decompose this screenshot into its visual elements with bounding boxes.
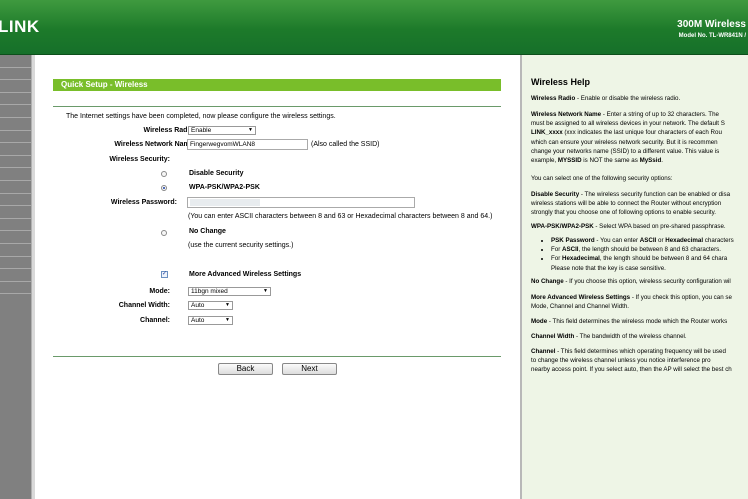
back-button[interactable]: Back [218,363,273,375]
channel-value: Auto [191,317,205,324]
sidebar-item[interactable] [0,143,31,156]
password-note: (You can enter ASCII characters between … [188,213,493,220]
ssid-note: (Also called the SSID) [311,141,380,148]
disable-security-radio[interactable] [161,171,167,177]
channel-label: Channel: [140,317,170,324]
sidebar-item[interactable] [0,168,31,181]
no-change-note: (use the current security settings.) [188,242,294,249]
chevron-down-icon: ▼ [225,317,230,323]
sidebar-item[interactable] [0,231,31,244]
chevron-down-icon: ▼ [248,127,253,133]
sidebar-item[interactable] [0,105,31,118]
no-change-label: No Change [189,228,226,235]
channel-width-select[interactable]: Auto ▼ [188,301,233,310]
wireless-password-label: Wireless Password: [110,199,177,206]
sidebar-item[interactable] [0,118,31,131]
wpa-psk-label: WPA-PSK/WPA2-PSK [189,184,260,191]
channel-select[interactable]: Auto ▼ [188,316,233,325]
sidebar-item[interactable] [0,181,31,194]
sidebar-item[interactable] [0,93,31,106]
help-panel: Wireless Help Wireless Radio - Enable or… [522,55,748,499]
help-network-name: Wireless Network Name - Enter a string o… [531,111,725,165]
sidebar-item[interactable] [0,68,31,81]
help-advanced: More Advanced Wireless Settings - If you… [531,294,732,311]
channel-width-value: Auto [191,302,205,309]
product-name: 300M Wireless [677,19,746,30]
help-no-change: No Change - If you choose this option, w… [531,278,731,285]
sidebar-item[interactable] [0,257,31,270]
sidebar-item[interactable] [0,80,31,93]
help-channel-width: Channel Width - The bandwidth of the wir… [531,333,687,340]
wpa-psk-radio[interactable] [161,185,167,191]
sidebar-menu [0,55,31,499]
advanced-settings-checkbox[interactable]: ✓ [161,271,168,278]
mode-label: Mode: [149,288,170,295]
sidebar-item[interactable] [0,194,31,207]
help-security-intro: You can select one of the following secu… [531,175,673,182]
help-mode: Mode - This field determines the wireles… [531,318,728,325]
wireless-radio-value: Enable [191,127,212,134]
mode-value: 11bgn mixed [191,288,228,295]
sidebar-item[interactable] [0,55,31,68]
chevron-down-icon: ▼ [225,302,230,308]
sidebar-item[interactable] [0,282,31,295]
intro-text: The Internet settings have been complete… [66,113,336,120]
channel-width-label: Channel Width: [118,302,170,309]
advanced-settings-label: More Advanced Wireless Settings [189,271,302,278]
help-psk-list: PSK Password - You can enter ASCII or He… [531,236,748,273]
mode-select[interactable]: 11bgn mixed ▼ [188,287,271,296]
divider-bottom [53,356,501,357]
wireless-radio-select[interactable]: Enable ▼ [188,126,256,135]
help-disable-security: Disable Security - The wireless security… [531,191,731,217]
sidebar-item[interactable] [0,131,31,144]
wireless-security-label: Wireless Security: [109,156,170,163]
sidebar-item[interactable] [0,269,31,282]
sidebar-item[interactable] [0,219,31,232]
divider-top [53,106,501,107]
no-change-radio[interactable] [161,230,167,236]
header-banner: LINK 300M Wireless Model No. TL-WR841N / [0,0,748,55]
sidebar-item[interactable] [0,156,31,169]
next-button[interactable]: Next [282,363,337,375]
chevron-down-icon: ▼ [263,288,268,294]
sidebar-item[interactable] [0,244,31,257]
ssid-input[interactable]: FingerwegvomWLAN8 [187,139,308,150]
help-title: Wireless Help [531,77,590,87]
ssid-label: Wireless Network Name: [114,141,196,148]
sidebar-item[interactable] [0,206,31,219]
help-channel: Channel - This field determines which op… [531,348,732,374]
model-number: Model No. TL-WR841N / [678,33,746,39]
disable-security-label: Disable Security [189,170,244,177]
password-blur [190,199,260,206]
page-title: Quick Setup - Wireless [53,79,501,91]
help-wpa-psk: WPA-PSK/WPA2-PSK - Select WPA based on p… [531,223,726,230]
brand-logo: LINK [0,17,40,36]
help-wireless-radio: Wireless Radio - Enable or disable the w… [531,95,681,102]
quick-setup-panel: Quick Setup - Wireless The Internet sett… [35,55,520,499]
